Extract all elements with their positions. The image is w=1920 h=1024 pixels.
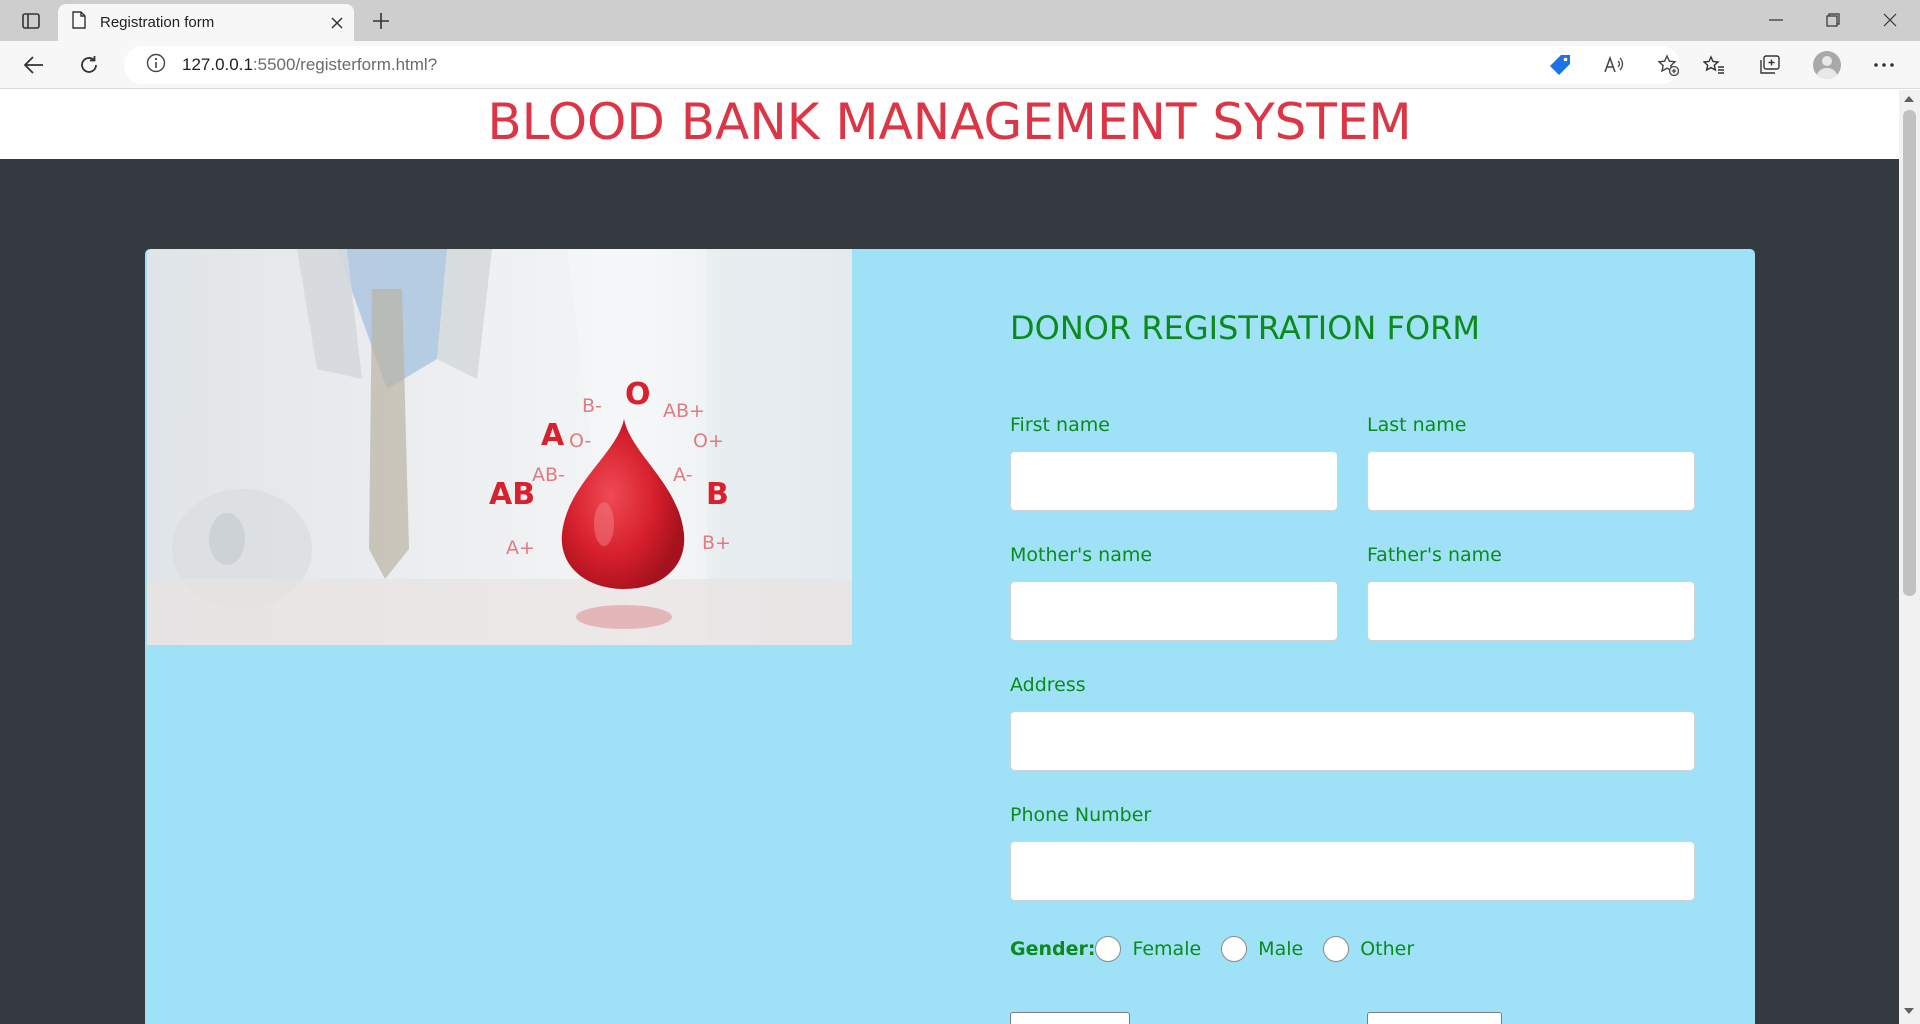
browser-tab[interactable]: Registration form — [58, 4, 354, 41]
close-tab-icon[interactable] — [320, 6, 354, 40]
back-icon[interactable] — [15, 47, 53, 83]
last-name-input[interactable] — [1367, 451, 1695, 511]
new-tab-icon[interactable] — [364, 6, 398, 36]
url-path: :5500/registerform.html? — [252, 55, 438, 74]
mother-name-input[interactable] — [1010, 581, 1338, 641]
blood-group-label: O- — [569, 430, 591, 452]
form-control-partial[interactable] — [1010, 1012, 1130, 1024]
form-title: DONOR REGISTRATION FORM — [1010, 309, 1480, 347]
mother-name-label: Mother's name — [1010, 544, 1153, 566]
blood-group-label: AB — [489, 477, 535, 512]
blood-group-label: A- — [673, 464, 692, 486]
gender-male-label: Male — [1258, 938, 1304, 960]
scroll-up-arrow-icon[interactable] — [1904, 96, 1914, 102]
blood-group-label: O — [625, 377, 651, 412]
add-favorite-icon[interactable] — [1652, 50, 1684, 80]
blood-group-label: AB+ — [663, 400, 705, 422]
blood-group-label: A — [541, 418, 565, 453]
father-name-input[interactable] — [1367, 581, 1695, 641]
url-host: 127.0.0.1 — [182, 55, 253, 74]
blood-group-label: B+ — [702, 532, 731, 554]
gender-female-radio[interactable] — [1095, 936, 1122, 962]
blood-group-label: B- — [582, 395, 602, 417]
gender-group: Gender: Female Male Other — [1010, 934, 1414, 964]
blood-group-label: A+ — [506, 537, 535, 559]
browser-tab-bar: Registration form — [0, 0, 1920, 41]
gender-label: Gender: — [1010, 938, 1096, 960]
site-header: BLOOD BANK MANAGEMENT SYSTEM — [0, 90, 1899, 159]
gender-other-label: Other — [1360, 938, 1415, 960]
tab-actions-icon[interactable] — [14, 8, 48, 34]
favorites-icon[interactable] — [1694, 47, 1734, 83]
read-aloud-icon[interactable] — [1598, 50, 1630, 80]
blood-group-label: O+ — [693, 430, 724, 452]
registration-card: O B- AB+ A O- O+ AB- A- AB B A+ B+ DONOR REGISTRATI… — [145, 249, 1755, 1024]
page-document-icon — [72, 11, 86, 34]
site-info-icon[interactable] — [146, 53, 166, 78]
site-title: BLOOD BANK MANAGEMENT SYSTEM — [487, 93, 1412, 151]
page-scrollbar[interactable] — [1899, 90, 1920, 1024]
scroll-down-arrow-icon[interactable] — [1904, 1008, 1914, 1014]
last-name-label: Last name — [1367, 414, 1467, 436]
close-window-icon[interactable] — [1862, 0, 1918, 40]
address-bar[interactable]: 127.0.0.1:5500/registerform.html? — [124, 46, 1680, 84]
father-name-label: Father's name — [1367, 544, 1502, 566]
restore-icon[interactable] — [1805, 0, 1861, 40]
url-text: 127.0.0.1:5500/registerform.html? — [182, 55, 437, 75]
address-input[interactable] — [1010, 711, 1695, 771]
collections-icon[interactable] — [1750, 47, 1790, 83]
gender-female-label: Female — [1132, 938, 1202, 960]
shopping-tag-icon[interactable] — [1544, 50, 1576, 80]
form-control-partial[interactable] — [1367, 1012, 1502, 1024]
blood-group-label: B — [706, 477, 729, 512]
page-viewport: BLOOD BANK MANAGEMENT SYSTEM O B- AB+ A … — [0, 90, 1899, 1024]
scroll-thumb[interactable] — [1903, 110, 1916, 596]
blood-donation-image: O B- AB+ A O- O+ AB- A- AB B A+ B+ — [147, 249, 852, 645]
first-name-input[interactable] — [1010, 451, 1338, 511]
phone-number-label: Phone Number — [1010, 804, 1152, 826]
profile-avatar-icon[interactable] — [1807, 47, 1847, 83]
minimize-icon[interactable] — [1748, 0, 1804, 40]
phone-number-input[interactable] — [1010, 841, 1695, 901]
blood-group-label: AB- — [532, 464, 565, 486]
gender-male-radio[interactable] — [1221, 936, 1248, 962]
refresh-icon[interactable] — [70, 47, 108, 83]
more-menu-icon[interactable] — [1864, 47, 1904, 83]
tab-title: Registration form — [100, 14, 215, 31]
address-label: Address — [1010, 674, 1086, 696]
gender-other-radio[interactable] — [1323, 936, 1350, 962]
browser-toolbar: 127.0.0.1:5500/registerform.html? — [0, 41, 1920, 89]
first-name-label: First name — [1010, 414, 1110, 436]
